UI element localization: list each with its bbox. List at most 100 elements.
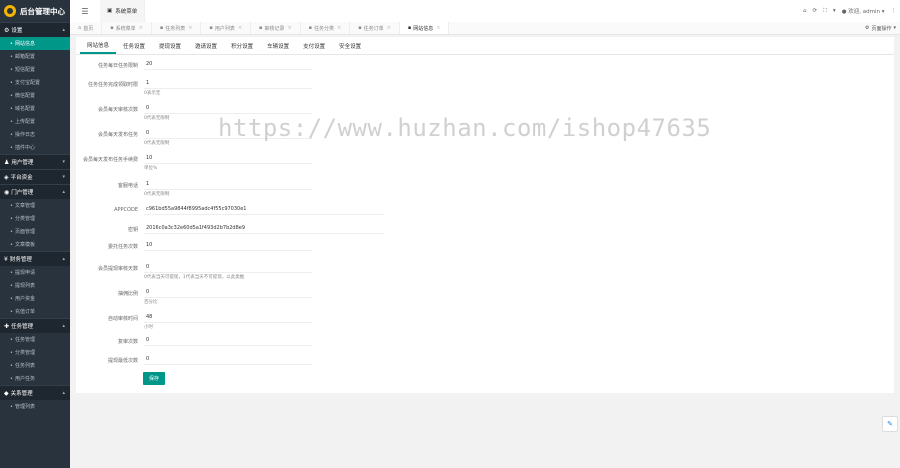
user-menu[interactable]: ● 欢迎, admin ▾ bbox=[842, 7, 885, 15]
page-tab[interactable]: ▪ 用户列表 × bbox=[201, 22, 252, 34]
sidebar-item[interactable]: • 分类管理 bbox=[0, 346, 70, 359]
field-input[interactable]: 48 bbox=[144, 312, 312, 323]
settings-tab[interactable]: 安全设置 bbox=[332, 37, 368, 54]
sidebar-group-label: 门户管理 bbox=[11, 190, 34, 196]
field-input[interactable]: 1 bbox=[144, 78, 312, 89]
chevron-up-icon: ▴ bbox=[62, 256, 65, 262]
home-icon[interactable]: ⌂ bbox=[803, 8, 807, 14]
page-tab[interactable]: ▪ 系统菜单 × bbox=[102, 22, 152, 34]
close-icon[interactable]: × bbox=[238, 25, 242, 31]
field-input[interactable]: 0 bbox=[144, 354, 312, 365]
close-icon[interactable]: × bbox=[287, 25, 291, 31]
field-input[interactable]: 10 bbox=[144, 240, 312, 251]
more-icon[interactable]: ⋮ bbox=[891, 8, 897, 14]
sidebar-item[interactable]: • 任务列表 bbox=[0, 359, 70, 372]
field-input[interactable]: 20 bbox=[144, 59, 312, 70]
sidebar-item[interactable]: • 分类管理 bbox=[0, 212, 70, 225]
tab-icon: ▪ bbox=[358, 25, 362, 31]
sidebar-item[interactable]: • 邮箱配置 bbox=[0, 50, 70, 63]
sidebar-group[interactable]: ◉ 门户管理 ▴ bbox=[0, 184, 70, 199]
menu-toggle-icon[interactable]: ☰ bbox=[70, 0, 100, 22]
system-menu-button[interactable]: ▣ 系统菜单 bbox=[100, 0, 146, 22]
close-icon[interactable]: × bbox=[139, 25, 143, 31]
field-help: 百分比 bbox=[144, 300, 158, 305]
sidebar-item[interactable]: • 微信配置 bbox=[0, 89, 70, 102]
sidebar-group-label: 关系管理 bbox=[10, 391, 33, 397]
page-tab[interactable]: ▪ 审核记录 × bbox=[251, 22, 301, 34]
sidebar-item[interactable]: • 提现列表 bbox=[0, 279, 70, 292]
sidebar-group[interactable]: ¥ 财务管理 ▴ bbox=[0, 251, 70, 266]
refresh-icon[interactable]: ⟳ bbox=[812, 8, 817, 14]
page-tab[interactable]: ▪ 任务订单 × bbox=[350, 22, 400, 34]
settings-tab[interactable]: 支付设置 bbox=[296, 37, 332, 54]
sidebar-item[interactable]: • 支付宝配置 bbox=[0, 76, 70, 89]
page-tab-label: 审核记录 bbox=[264, 25, 285, 32]
save-button[interactable]: 保存 bbox=[143, 372, 165, 385]
sidebar-item[interactable]: • 短信配置 bbox=[0, 63, 70, 76]
sidebar-group[interactable]: ♟ 用户管理 ▾ bbox=[0, 154, 70, 169]
field-input[interactable]: 1 bbox=[144, 179, 312, 190]
field-label: 委托任务次数 bbox=[107, 244, 138, 250]
close-icon[interactable]: × bbox=[387, 25, 391, 31]
sidebar-item[interactable]: • 网站信息 bbox=[0, 37, 70, 50]
page-ops-button[interactable]: ⚙ 页面操作 ▾ bbox=[865, 22, 896, 34]
page-tab[interactable]: ▪ 任务列表 × bbox=[152, 22, 202, 34]
sidebar-item-label: 页面管理 bbox=[14, 229, 35, 235]
topbar: ☰ ▣ 系统菜单 ⌂ ⟳ ⛶ ▾ ● 欢迎, admin ▾ ⋮ bbox=[70, 0, 900, 23]
field-label: 自动审核时间 bbox=[107, 316, 138, 322]
bullet-icon: • bbox=[10, 105, 13, 112]
close-icon[interactable]: × bbox=[337, 25, 341, 31]
fullscreen-icon[interactable]: ⛶ bbox=[823, 8, 827, 15]
sidebar-item[interactable]: • 插件中心 bbox=[0, 141, 70, 154]
bullet-icon: • bbox=[10, 144, 13, 151]
field-input[interactable]: 0 bbox=[144, 103, 312, 114]
bullet-icon: • bbox=[10, 349, 13, 356]
sidebar-group[interactable]: ⚙ 设置 ▴ bbox=[0, 22, 70, 37]
close-icon[interactable]: × bbox=[188, 25, 192, 31]
chevron-up-icon: ▴ bbox=[62, 390, 65, 396]
field-input[interactable]: 2016c0a3c32e60d5a1f493d2b7b2d8e9 bbox=[144, 223, 384, 234]
sidebar-group[interactable]: ◈ 平台资金 ▾ bbox=[0, 169, 70, 184]
page-tab[interactable]: ⌂ 首页 bbox=[70, 22, 103, 34]
field-input[interactable]: c961bd55a9844f8995adc4f55c97030e1 bbox=[144, 204, 384, 215]
user-name: 欢迎, admin bbox=[848, 9, 880, 15]
field-label: 抽佣比例 bbox=[117, 291, 138, 297]
sidebar-item[interactable]: • 文章模板 bbox=[0, 238, 70, 251]
bullet-icon: • bbox=[10, 241, 13, 248]
page-tab[interactable]: ▪ 任务分类 × bbox=[301, 22, 351, 34]
sidebar-item[interactable]: • 页面管理 bbox=[0, 225, 70, 238]
close-icon[interactable]: × bbox=[436, 25, 440, 31]
page-tab[interactable]: ▪ 网站信息 × bbox=[399, 22, 450, 34]
sidebar-item-label: 用户资金 bbox=[14, 296, 35, 302]
field-help: 0代表当天可提现，1代表当天不可提现，以此类推 bbox=[144, 275, 245, 280]
sidebar-item[interactable]: • 用户资金 bbox=[0, 292, 70, 305]
settings-tab[interactable]: 邀请设置 bbox=[188, 37, 224, 54]
field-label: APPCODE bbox=[114, 207, 138, 213]
sidebar-item[interactable]: • 上传配置 bbox=[0, 115, 70, 128]
sidebar-group[interactable]: ✚ 任务管理 ▴ bbox=[0, 318, 70, 333]
feedback-icon[interactable]: ✎ bbox=[882, 416, 898, 432]
field-input[interactable]: 0 bbox=[144, 287, 312, 298]
field-input[interactable]: 0 bbox=[144, 262, 312, 273]
sidebar-group[interactable]: ◆ 关系管理 ▴ bbox=[0, 385, 70, 400]
field-input[interactable]: 0 bbox=[144, 335, 312, 346]
field-input[interactable]: 10 bbox=[144, 153, 312, 164]
sidebar: 后台管理中心 ⚙ 设置 ▴ • 网站信息 • 邮箱配置 • 短信配置 • 支付宝配置 • 微信配置 • 域名… bbox=[0, 0, 70, 468]
sidebar-item[interactable]: • 任务管理 bbox=[0, 333, 70, 346]
settings-tab[interactable]: 网站信息 bbox=[80, 37, 117, 54]
tab-icon: ▪ bbox=[209, 25, 213, 31]
sidebar-item-label: 充值订单 bbox=[14, 309, 35, 315]
sidebar-item[interactable]: • 充值订单 bbox=[0, 305, 70, 318]
sidebar-item[interactable]: • 提现申请 bbox=[0, 266, 70, 279]
settings-tab[interactable]: 提现设置 bbox=[152, 37, 188, 54]
sidebar-item[interactable]: • 文章管理 bbox=[0, 199, 70, 212]
sidebar-item[interactable]: • 用户任务 bbox=[0, 372, 70, 385]
settings-tab[interactable]: 积分设置 bbox=[224, 37, 260, 54]
lock-icon[interactable]: ▾ bbox=[833, 8, 836, 14]
sidebar-item[interactable]: • 操作日志 bbox=[0, 128, 70, 141]
settings-tab[interactable]: 车辆设置 bbox=[260, 37, 296, 54]
logo-icon bbox=[4, 5, 16, 17]
sidebar-item[interactable]: • 管理列表 bbox=[0, 400, 70, 413]
sidebar-item[interactable]: • 域名配置 bbox=[0, 102, 70, 115]
settings-tab[interactable]: 任务设置 bbox=[116, 37, 152, 54]
